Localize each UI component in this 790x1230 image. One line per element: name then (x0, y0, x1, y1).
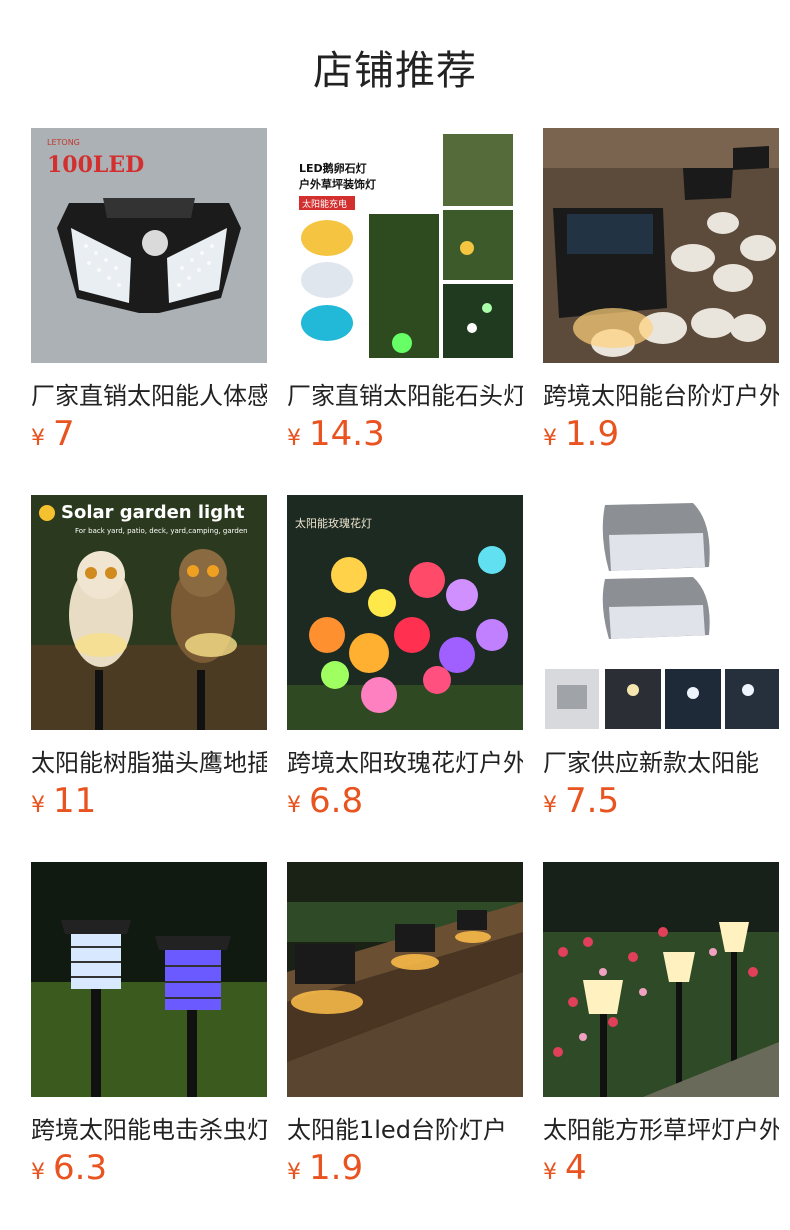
image-subcaption: For back yard, patio, deck, yard,camping… (75, 527, 248, 535)
product-image[interactable] (31, 862, 267, 1097)
product-price: ¥1.9 (287, 1148, 363, 1188)
price-value: 11 (53, 781, 97, 821)
price-value: 7 (53, 414, 75, 454)
currency-symbol: ¥ (31, 1160, 45, 1185)
product-card[interactable]: 太阳能1led台阶灯户 ¥1.9 (287, 862, 523, 1188)
price-value: 6.8 (309, 781, 364, 821)
image-caption: 户外草坪装饰灯 (299, 177, 376, 191)
product-price: ¥6.8 (287, 781, 363, 821)
product-name[interactable]: 厂家供应新款太阳能 (543, 743, 779, 778)
product-card[interactable]: Solar garden light For back yard, patio,… (31, 495, 267, 821)
product-image[interactable] (543, 128, 779, 363)
image-caption: 100LED (47, 152, 144, 178)
product-card[interactable]: 跨境太阳能电击杀虫灯 ¥6.3 (31, 862, 267, 1188)
currency-symbol: ¥ (31, 793, 45, 818)
brand-logo: LETONG (47, 138, 80, 147)
price-value: 6.3 (53, 1148, 108, 1188)
image-caption: Solar garden light (61, 502, 245, 523)
product-price: ¥7.5 (543, 781, 619, 821)
product-card[interactable]: 太阳能玫瑰花灯 跨境太阳玫瑰花灯户外 ¥ 6.8 (287, 495, 523, 821)
product-name[interactable]: 厂家直销太阳能石头灯 (287, 376, 523, 411)
image-caption: LED鹅卵石灯 (299, 161, 367, 175)
product-card[interactable]: 厂家供应新款太阳能 ¥7.5 (543, 495, 779, 821)
currency-symbol: ¥ (31, 426, 45, 451)
product-name[interactable]: 太阳能树脂猫头鹰地插灯 (31, 743, 267, 778)
product-price: ¥1.9 (543, 414, 619, 454)
price-value: 14.3 (309, 414, 385, 454)
currency-symbol: ¥ (543, 793, 557, 818)
product-name[interactable]: 跨境太阳能台阶灯户外 (543, 376, 779, 411)
section-title: 店铺推荐 (313, 48, 477, 94)
product-card[interactable]: 太阳能方形草坪灯户外 ¥4 (543, 862, 779, 1188)
price-value: 1.9 (309, 1148, 364, 1188)
product-price: ¥11 (31, 781, 96, 821)
product-price: ¥14.3 (287, 414, 385, 454)
currency-symbol: ¥ (287, 1160, 301, 1185)
product-image[interactable]: Solar garden light For back yard, patio,… (31, 495, 267, 730)
product-price: ¥4 (543, 1148, 587, 1188)
price-value: 1.9 (565, 414, 620, 454)
product-image[interactable] (287, 862, 523, 1097)
product-image[interactable] (543, 862, 779, 1097)
product-price: ¥7 (31, 414, 75, 454)
product-image[interactable] (543, 495, 779, 730)
product-card[interactable]: 跨境太阳能台阶灯户外 ¥1.9 (543, 128, 779, 454)
product-card[interactable]: LETONG 100LED 厂家直销太阳能人体感应灯 ¥7 (31, 128, 267, 454)
currency-symbol: ¥ (287, 426, 301, 451)
currency-symbol: ¥ (543, 1160, 557, 1185)
image-badge: 太阳能充电 (302, 198, 347, 210)
product-price: ¥6.3 (31, 1148, 107, 1188)
image-caption: 太阳能玫瑰花灯 (295, 516, 372, 530)
product-name[interactable]: 跨境太阳能电击杀虫灯 (31, 1110, 267, 1145)
product-name[interactable]: 太阳能1led台阶灯户 (287, 1110, 523, 1145)
currency-symbol: ¥ (543, 426, 557, 451)
price-value: 7.5 (565, 781, 620, 821)
price-value: 4 (565, 1148, 587, 1188)
product-card[interactable]: LED鹅卵石灯 户外草坪装饰灯 太阳能充电 厂家直销太阳能石头灯 ¥14.3 (287, 128, 523, 454)
product-name[interactable]: 厂家直销太阳能人体感应灯 (31, 376, 267, 411)
product-name[interactable]: 太阳能方形草坪灯户外 (543, 1110, 779, 1145)
product-image[interactable]: 太阳能玫瑰花灯 (287, 495, 523, 730)
product-image[interactable]: LETONG 100LED (31, 128, 267, 363)
product-name[interactable]: 跨境太阳玫瑰花灯户外 (287, 743, 523, 778)
currency-symbol: ¥ (287, 793, 301, 818)
product-image[interactable]: LED鹅卵石灯 户外草坪装饰灯 太阳能充电 (287, 128, 523, 363)
